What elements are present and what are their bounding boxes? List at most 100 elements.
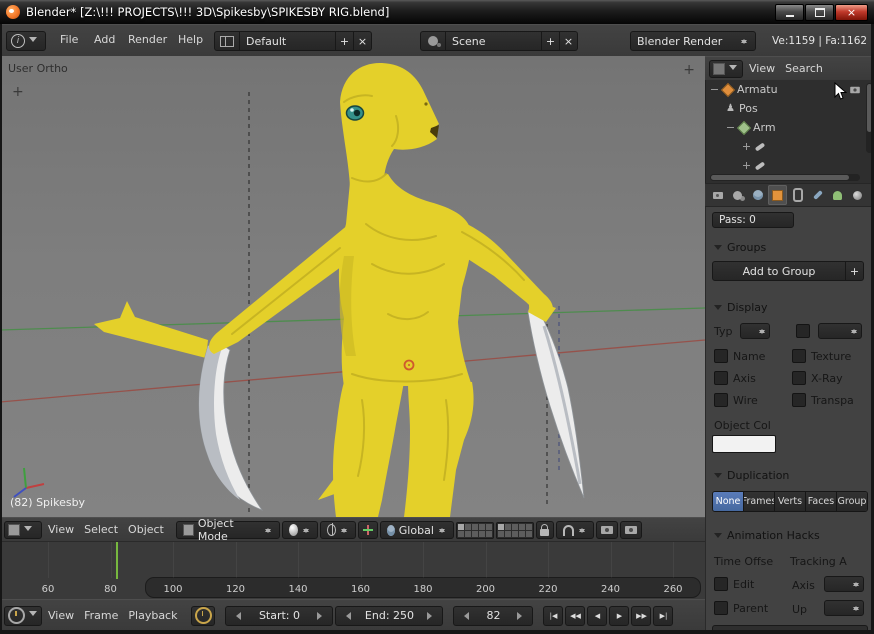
checkbox-row-name[interactable]: Name [714,349,765,363]
screen-layout-add-button[interactable]: + [336,31,354,51]
tab-scene[interactable] [728,185,747,205]
viewport-shading-dropdown[interactable] [282,521,318,539]
checkbox-row-axis[interactable]: Axis [714,371,756,385]
outliner-item-bone[interactable] [706,137,874,156]
layer-cell[interactable] [472,531,478,537]
scene-browse-button[interactable] [420,31,446,51]
lock-layers-button[interactable] [536,521,554,539]
layer-cell[interactable] [512,524,518,530]
draw-type-dropdown[interactable] [740,323,770,339]
layer-cell[interactable] [479,531,485,537]
outliner-item-armature-data[interactable]: Arm [706,118,874,137]
checkbox-row-edit[interactable]: Edit [714,577,754,591]
restrict-render-icon[interactable] [850,86,860,92]
scene-add-button[interactable]: + [542,31,560,51]
time-toggle-button[interactable] [191,606,215,626]
max-draw-type-dropdown[interactable] [818,323,862,339]
pass-index-field[interactable]: Pass: 0 [712,212,794,228]
menu-outliner-search[interactable]: Search [781,59,827,79]
checkbox-row-texture[interactable]: Texture [792,349,851,363]
duplication-group-button[interactable]: Group [836,492,867,511]
layer-cell[interactable] [505,531,511,537]
menu-frame[interactable]: Frame [80,606,122,626]
screen-layout-field[interactable]: Default [240,31,336,51]
jump-to-end-button[interactable]: ▶| [653,606,673,626]
scene-delete-button[interactable]: × [560,31,578,51]
menu-render[interactable]: Render [124,30,171,50]
layer-cell[interactable] [465,524,471,530]
outliner-item-armature[interactable]: Armatu [706,80,874,99]
tab-render[interactable] [708,185,727,205]
character-spikesby[interactable] [94,63,584,517]
checkbox-row-xray[interactable]: X-Ray [792,371,843,385]
close-button[interactable]: × [835,4,868,21]
layers-grid-2[interactable] [496,522,534,539]
layer-cell[interactable] [519,524,525,530]
layer-cell[interactable] [458,524,464,530]
edit-checkbox[interactable] [714,577,728,591]
manipulator-toggle-button[interactable] [358,521,378,539]
layer-cell[interactable] [498,531,504,537]
frame-start-field[interactable]: Start: 0 [225,606,333,626]
layer-cell[interactable] [519,531,525,537]
tab-constraints[interactable] [788,185,807,205]
tab-object-data[interactable] [828,185,847,205]
menu-view[interactable]: View [44,520,78,540]
duplication-none-button[interactable]: None [713,492,743,511]
snap-dropdown[interactable] [556,521,594,539]
checkbox-row-parent[interactable]: Parent [714,601,768,615]
jump-to-start-button[interactable]: |◀ [543,606,563,626]
axis-dropdown[interactable] [824,576,864,592]
render-opengl-anim-button[interactable] [620,521,642,539]
timeline-ruler[interactable]: 6080100120140160180200220240260 [0,541,705,600]
region-toggle-left[interactable]: + [12,84,24,100]
tab-modifiers[interactable] [808,185,827,205]
play-button[interactable]: ▶ [609,606,629,626]
maximize-button[interactable] [805,4,834,21]
render-engine-dropdown[interactable]: Blender Render [630,31,756,51]
current-frame-field[interactable]: 82 [453,606,533,626]
panel-header-duplication[interactable]: Duplication [714,469,789,482]
outliner-item-bone[interactable] [706,156,874,175]
add-group-plus-button[interactable]: + [846,261,864,281]
editor-type-outliner-button[interactable] [709,60,743,78]
menu-select[interactable]: Select [80,520,122,540]
add-to-group-button[interactable]: Add to Group [712,261,846,281]
panel-header-groups[interactable]: Groups [714,241,766,254]
layer-cell[interactable] [472,524,478,530]
viewport-canvas[interactable] [0,56,705,517]
bounds-checkbox[interactable] [796,324,810,338]
viewport-3d[interactable]: User Ortho (82) Spikesby + + [0,56,705,517]
editor-type-3dview-button[interactable] [4,521,42,539]
layers-grid[interactable] [456,522,494,539]
editor-type-info-button[interactable]: i [6,31,46,51]
screen-layout-delete-button[interactable]: × [354,31,372,51]
tab-object[interactable] [768,185,787,205]
outliner-horizontal-scrollbar[interactable] [710,174,860,181]
minimize-button[interactable] [775,4,804,21]
menu-view[interactable]: View [44,606,78,626]
name-checkbox[interactable] [714,349,728,363]
next-frame-button[interactable]: ▶▶ [631,606,651,626]
xray-checkbox[interactable] [792,371,806,385]
layer-cell[interactable] [505,524,511,530]
menu-add[interactable]: Add [90,30,119,50]
duplication-frames-button[interactable]: Frames [743,492,774,511]
menu-playback[interactable]: Playback [124,606,181,626]
axis-checkbox[interactable] [714,371,728,385]
panel-header-animation-hacks[interactable]: Animation Hacks [714,529,820,542]
prev-frame-button[interactable]: ◀ [587,606,607,626]
object-color-swatch[interactable] [712,435,776,453]
wire-checkbox[interactable] [714,393,728,407]
layer-cell[interactable] [479,524,485,530]
tab-world[interactable] [748,185,767,205]
titlebar[interactable]: Blender* [Z:\!!! PROJECTS\!!! 3D\Spikesb… [0,0,874,25]
layer-cell[interactable] [486,524,492,530]
layer-cell[interactable] [512,531,518,537]
transparency-checkbox[interactable] [792,393,806,407]
orientation-dropdown[interactable]: Global [380,521,454,539]
layer-cell[interactable] [458,531,464,537]
checkbox-row-transparency[interactable]: Transpa [792,393,854,407]
duplication-verts-button[interactable]: Verts [774,492,805,511]
parent-checkbox[interactable] [714,601,728,615]
